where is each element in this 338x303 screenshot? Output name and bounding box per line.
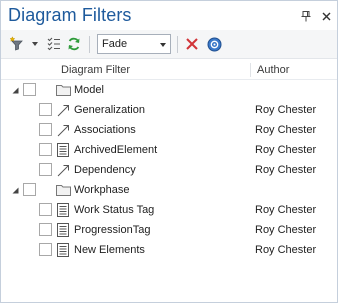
element-filter-icon — [55, 222, 71, 238]
toolbar-separator — [89, 36, 90, 53]
refresh-icon[interactable] — [66, 35, 82, 53]
pin-icon[interactable] — [299, 9, 313, 23]
checklist-icon[interactable] — [46, 35, 62, 53]
diagram-filters-window: Diagram Filters Fade Diagram Filter Auth… — [0, 0, 338, 303]
tree-group-row[interactable]: Workphase — [1, 180, 337, 200]
title-bar: Diagram Filters — [1, 1, 337, 29]
tree-item-author: Roy Chester — [255, 104, 317, 116]
column-divider[interactable] — [250, 63, 251, 77]
folder-icon — [55, 182, 71, 198]
tree-item-label: Generalization — [74, 104, 145, 116]
delete-icon[interactable] — [184, 35, 200, 53]
column-header: Diagram Filter Author — [1, 60, 337, 80]
tree-item-row[interactable]: ProgressionTag Roy Chester — [1, 220, 337, 240]
row-checkbox[interactable] — [39, 203, 52, 216]
row-checkbox[interactable] — [39, 123, 52, 136]
chevron-down-icon — [160, 43, 166, 47]
tree-item-row[interactable]: Generalization Roy Chester — [1, 100, 337, 120]
expand-arrow-icon[interactable] — [10, 85, 20, 95]
tree-group-label: Model — [74, 84, 104, 96]
display-mode-value: Fade — [102, 38, 128, 50]
row-checkbox[interactable] — [39, 163, 52, 176]
element-filter-icon — [55, 202, 71, 218]
tree-item-row[interactable]: ArchivedElement Roy Chester — [1, 140, 337, 160]
chevron-down-icon[interactable] — [31, 35, 39, 53]
tree-item-label: Work Status Tag — [74, 204, 155, 216]
connector-icon — [55, 102, 71, 118]
tree-item-row[interactable]: Work Status Tag Roy Chester — [1, 200, 337, 220]
row-checkbox[interactable] — [39, 143, 52, 156]
connector-icon — [55, 162, 71, 178]
element-filter-icon — [55, 242, 71, 258]
tree-item-row[interactable]: Dependency Roy Chester — [1, 160, 337, 180]
tree-item-row[interactable]: Associations Roy Chester — [1, 120, 337, 140]
toolbar: Fade — [1, 30, 337, 59]
tree-item-row[interactable]: New Elements Roy Chester — [1, 240, 337, 260]
column-header-diagram-filter[interactable]: Diagram Filter — [61, 64, 130, 76]
tree-item-author: Roy Chester — [255, 144, 317, 156]
tree-item-author: Roy Chester — [255, 224, 317, 236]
element-filter-icon — [55, 142, 71, 158]
toolbar-separator — [177, 36, 178, 53]
tree-item-label: Associations — [74, 124, 136, 136]
filter-icon[interactable] — [9, 35, 29, 53]
tree-group-label: Workphase — [74, 184, 130, 196]
row-checkbox[interactable] — [23, 83, 36, 96]
window-title: Diagram Filters — [8, 5, 132, 25]
tree-item-author: Roy Chester — [255, 204, 317, 216]
connector-icon — [55, 122, 71, 138]
tree-item-author: Roy Chester — [255, 124, 317, 136]
tree-item-label: Dependency — [74, 164, 136, 176]
tree-item-label: ProgressionTag — [74, 224, 151, 236]
tree-item-label: New Elements — [74, 244, 145, 256]
help-icon[interactable] — [206, 35, 222, 53]
column-header-author[interactable]: Author — [257, 64, 289, 76]
folder-icon — [55, 82, 71, 98]
tree-item-author: Roy Chester — [255, 164, 317, 176]
tree-item-author: Roy Chester — [255, 244, 317, 256]
tree-item-label: ArchivedElement — [74, 144, 158, 156]
close-icon[interactable] — [319, 9, 333, 23]
tree-group-row[interactable]: Model — [1, 80, 337, 100]
display-mode-select[interactable]: Fade — [97, 34, 171, 54]
row-checkbox[interactable] — [39, 103, 52, 116]
expand-arrow-icon[interactable] — [10, 185, 20, 195]
row-checkbox[interactable] — [39, 223, 52, 236]
row-checkbox[interactable] — [23, 183, 36, 196]
row-checkbox[interactable] — [39, 243, 52, 256]
